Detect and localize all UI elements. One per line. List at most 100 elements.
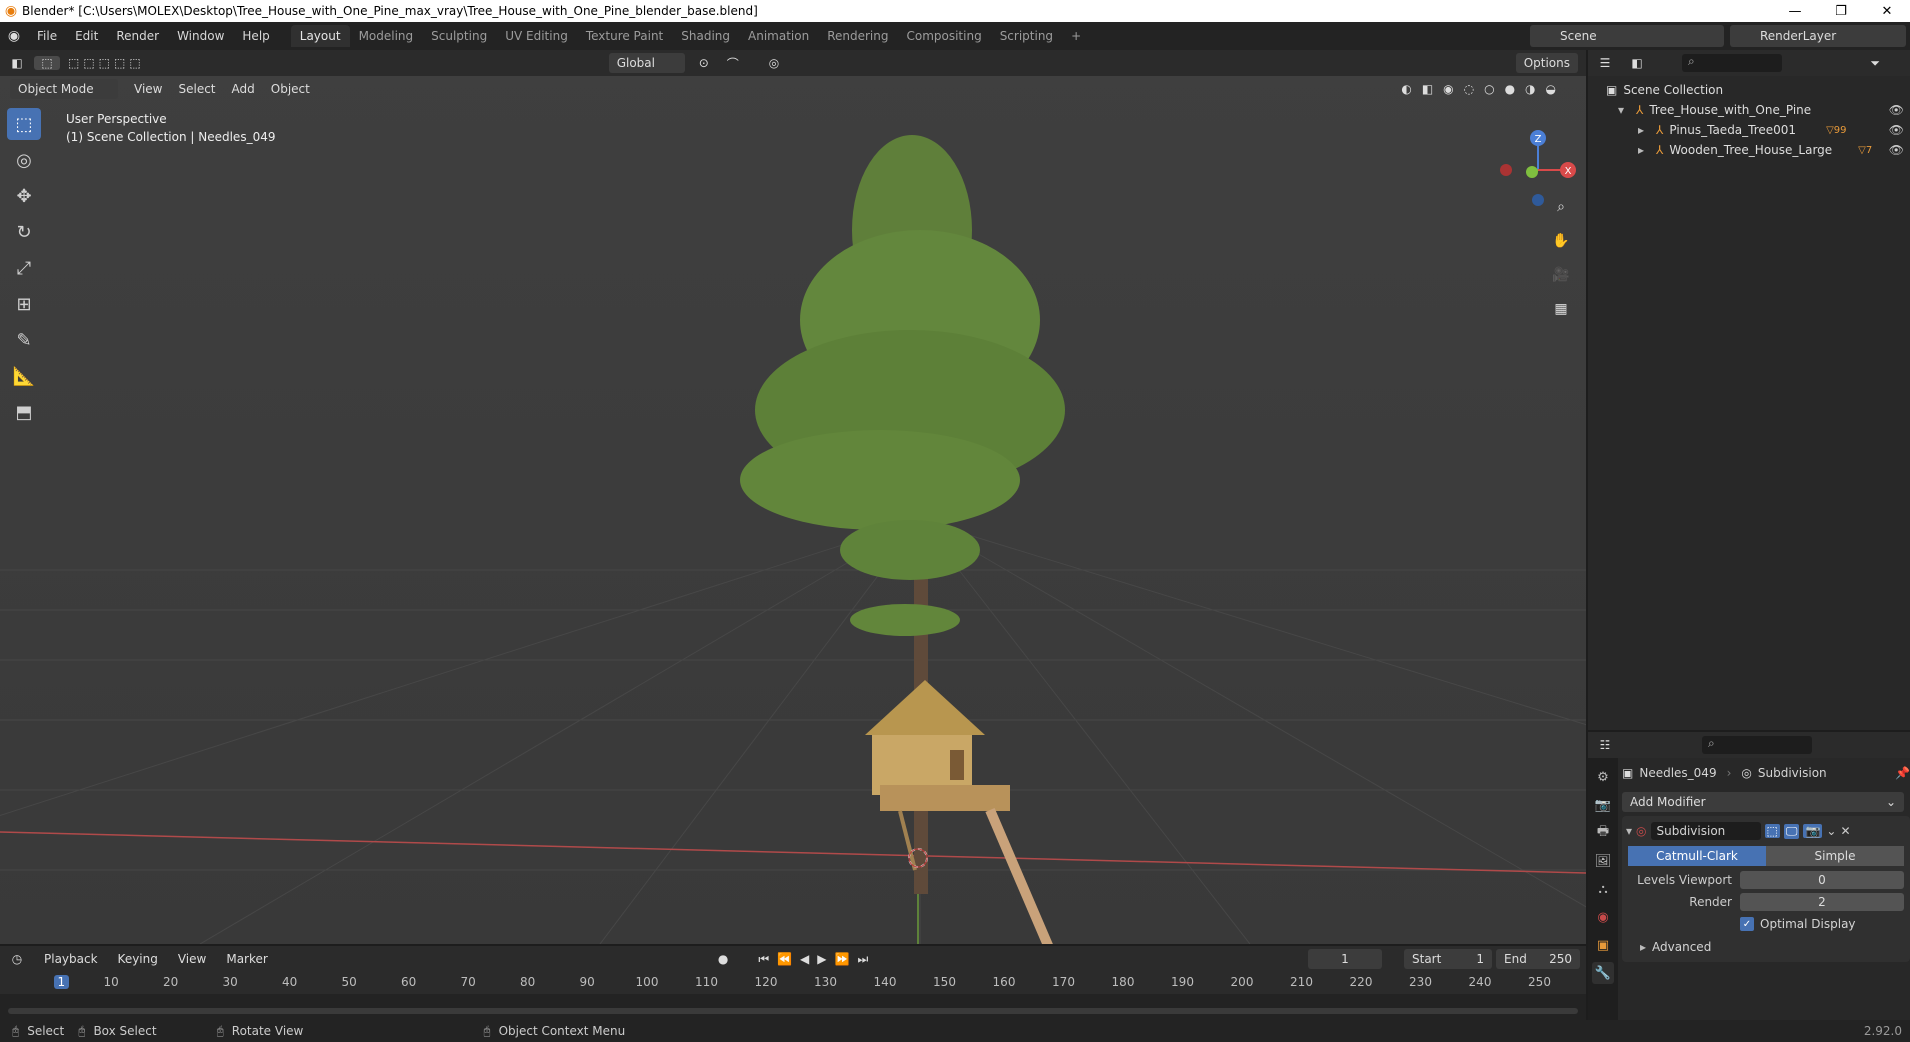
render-levels-input[interactable]: 2 — [1740, 893, 1904, 911]
render-toggle-icon[interactable]: 📷 — [1803, 824, 1823, 838]
annotate-tool-icon[interactable]: ✎ — [7, 324, 41, 356]
tab-texture-paint[interactable]: Texture Paint — [577, 25, 672, 47]
playback-controls[interactable]: ⏮⏪◀▶⏩⏭ — [758, 952, 876, 967]
outliner-editor-icon[interactable]: ☰ — [1588, 56, 1622, 70]
remove-modifier-icon[interactable]: ✕ — [1840, 824, 1850, 838]
view-layer-tab-icon[interactable]: 🖼 — [1592, 850, 1614, 872]
modifier-menu-icon[interactable]: ⌄ — [1826, 824, 1836, 838]
tab-rendering[interactable]: Rendering — [818, 25, 897, 47]
select-mode-icon[interactable]: ⬚ — [34, 56, 60, 70]
display-mode-icon[interactable]: ◧ — [1622, 56, 1652, 70]
tab-compositing[interactable]: Compositing — [897, 25, 990, 47]
restore-button[interactable]: ❐ — [1818, 0, 1864, 22]
visibility-eye-icon[interactable]: 👁 — [1889, 103, 1904, 117]
outliner-scene-collection[interactable]: ▣ Scene Collection — [1588, 80, 1910, 100]
expand-arrow-icon[interactable]: ▾ — [1618, 103, 1630, 117]
editor-type-icon[interactable]: ◧ — [0, 56, 34, 70]
menu-window[interactable]: Window — [168, 29, 233, 43]
pivot-icon[interactable]: ⊙ — [699, 56, 709, 70]
tab-uv-editing[interactable]: UV Editing — [496, 25, 577, 47]
expand-arrow-icon[interactable]: ▸ — [1638, 123, 1650, 137]
edit-mode-toggle-icon[interactable]: ⬚ — [1764, 824, 1780, 838]
outliner-item[interactable]: ▾ ⅄ Tree_House_with_One_Pine 👁 — [1588, 100, 1910, 120]
options-button[interactable]: Options — [1515, 53, 1578, 73]
collapse-arrow-icon[interactable]: ▾ — [1626, 824, 1632, 838]
minimize-button[interactable]: — — [1772, 0, 1818, 22]
start-frame-field[interactable]: Start 1 — [1404, 949, 1492, 969]
menu-marker[interactable]: Marker — [216, 952, 277, 966]
scale-tool-icon[interactable]: ⤢ — [7, 252, 41, 284]
advanced-panel-label[interactable]: Advanced — [1652, 940, 1711, 954]
viewport-overlay-icons[interactable]: ◐◧◉◌○●◑◒ — [1401, 82, 1566, 96]
move-tool-icon[interactable]: ✥ — [7, 180, 41, 212]
gizmo-neg-x-handle[interactable] — [1500, 164, 1512, 176]
3d-viewport[interactable]: ◧ ⬚ ⬚⬚⬚⬚⬚ Global ⊙ ⌒ ◎ Options Object Mo… — [0, 50, 1586, 944]
tab-modeling[interactable]: Modeling — [350, 25, 423, 47]
tab-sculpting[interactable]: Sculpting — [422, 25, 496, 47]
tool-tab-icon[interactable]: ⚙ — [1592, 766, 1614, 788]
blender-menu-icon[interactable]: ◉ — [0, 28, 28, 44]
world-tab-icon[interactable]: ◉ — [1592, 906, 1614, 928]
menu-file[interactable]: File — [28, 29, 66, 43]
proportional-edit-icon[interactable]: ◎ — [769, 56, 779, 70]
add-modifier-button[interactable]: Add Modifier ⌄ — [1622, 792, 1904, 812]
navigation-gizmo[interactable]: Z X — [1488, 108, 1578, 208]
gizmo-neg-z-handle[interactable] — [1532, 194, 1544, 206]
ortho-grid-icon[interactable]: ▦ — [1548, 296, 1574, 322]
tab-layout[interactable]: Layout — [290, 25, 350, 47]
modifier-tab-icon[interactable]: 🔧 — [1592, 962, 1614, 984]
properties-search-input[interactable]: ⌕ — [1702, 736, 1812, 754]
tab-animation[interactable]: Animation — [739, 25, 818, 47]
measure-tool-icon[interactable]: 📐 — [7, 360, 41, 392]
menu-render[interactable]: Render — [107, 29, 168, 43]
add-cube-tool-icon[interactable]: ⬒ — [7, 396, 41, 428]
render-tab-icon[interactable]: 📷 — [1592, 794, 1614, 816]
menu-keying[interactable]: Keying — [108, 952, 168, 966]
close-button[interactable]: ✕ — [1864, 0, 1910, 22]
tab-shading[interactable]: Shading — [672, 25, 739, 47]
selection-modes[interactable]: ⬚⬚⬚⬚⬚ — [68, 56, 145, 70]
zoom-icon[interactable]: ⌕ — [1548, 194, 1574, 220]
menu-playback[interactable]: Playback — [34, 952, 108, 966]
transform-tool-icon[interactable]: ⊞ — [7, 288, 41, 320]
menu-object[interactable]: Object — [263, 82, 318, 96]
timeline-scrollbar[interactable] — [8, 1008, 1578, 1014]
mode-select[interactable]: Object Mode — [10, 79, 118, 99]
tab-scripting[interactable]: Scripting — [991, 25, 1062, 47]
rotate-tool-icon[interactable]: ↻ — [7, 216, 41, 248]
simple-option[interactable]: Simple — [1766, 846, 1904, 866]
menu-help[interactable]: Help — [233, 29, 278, 43]
pan-hand-icon[interactable]: ✋ — [1548, 228, 1574, 254]
menu-edit[interactable]: Edit — [66, 29, 107, 43]
levels-viewport-input[interactable]: 0 — [1740, 871, 1904, 889]
render-layer-selector[interactable]: RenderLayer — [1730, 25, 1906, 47]
add-workspace-button[interactable]: + — [1062, 25, 1090, 47]
snap-icon[interactable]: ⌒ — [727, 55, 739, 72]
output-tab-icon[interactable]: 🖶 — [1592, 822, 1614, 844]
menu-select[interactable]: Select — [170, 82, 223, 96]
menu-timeline-view[interactable]: View — [168, 952, 216, 966]
scene-selector[interactable]: Scene — [1530, 25, 1724, 47]
menu-add[interactable]: Add — [224, 82, 263, 96]
scene-tab-icon[interactable]: ⛬ — [1592, 878, 1614, 900]
outliner-item[interactable]: ▸ ⅄ Pinus_Taeda_Tree001 ▽99 👁 — [1588, 120, 1910, 140]
filter-icon[interactable]: ⏷ — [1870, 56, 1880, 71]
object-tab-icon[interactable]: ▣ — [1592, 934, 1614, 956]
cursor-tool-icon[interactable]: ◎ — [7, 144, 41, 176]
current-frame-field[interactable]: 1 — [1308, 949, 1382, 969]
outliner-item[interactable]: ▸ ⅄ Wooden_Tree_House_Large ▽7 👁 — [1588, 140, 1910, 160]
visibility-eye-icon[interactable]: 👁 — [1889, 143, 1904, 157]
menu-view[interactable]: View — [126, 82, 170, 96]
catmull-clark-option[interactable]: Catmull-Clark — [1628, 846, 1766, 866]
camera-view-icon[interactable]: 🎥 — [1548, 262, 1574, 288]
transform-orientation-select[interactable]: Global — [608, 53, 685, 73]
pin-icon[interactable]: 📌 — [1895, 766, 1910, 780]
frame-ruler[interactable]: 1 10 20 30 40 50 60 70 80 90 100 110 120 130 140 150 160… — [0, 972, 1586, 994]
viewport-toggle-icon[interactable]: 🖵 — [1783, 823, 1800, 839]
end-frame-field[interactable]: End 250 — [1496, 949, 1580, 969]
gizmo-y-handle[interactable] — [1526, 166, 1538, 178]
record-button[interactable]: ● — [718, 952, 728, 966]
timeline-editor-icon[interactable]: ◷ — [0, 952, 34, 966]
optimal-display-checkbox[interactable]: ✓ — [1740, 917, 1754, 931]
modifier-name-field[interactable]: Subdivision — [1650, 822, 1761, 840]
